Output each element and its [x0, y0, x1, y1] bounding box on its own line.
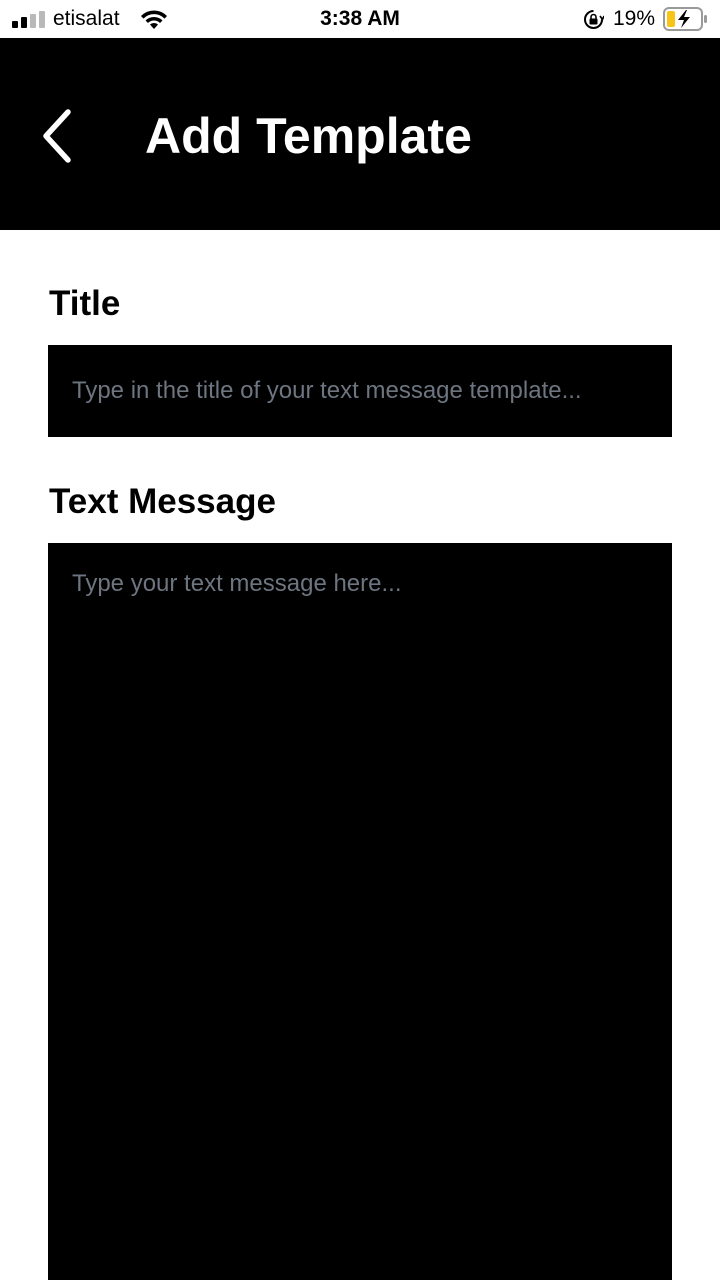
- status-bar: etisalat 3:38 AM 19%: [0, 0, 720, 38]
- chevron-left-icon: [43, 109, 71, 163]
- page-title: Add Template: [145, 108, 472, 164]
- rotation-lock-icon: [584, 10, 604, 29]
- text-message-input[interactable]: Type your text message here...: [48, 543, 672, 1280]
- title-label: Title: [49, 284, 121, 323]
- battery-charging-icon: [663, 7, 707, 31]
- title-input-placeholder: Type in the title of your text message t…: [72, 377, 582, 404]
- header-bar: Add Template: [0, 38, 720, 230]
- battery-percent: 19%: [613, 7, 656, 30]
- text-message-label: Text Message: [49, 482, 276, 521]
- title-input[interactable]: Type in the title of your text message t…: [48, 345, 672, 437]
- back-button[interactable]: [28, 98, 84, 174]
- text-message-placeholder: Type your text message here...: [72, 570, 402, 597]
- clock-time: 3:38 AM: [320, 7, 400, 30]
